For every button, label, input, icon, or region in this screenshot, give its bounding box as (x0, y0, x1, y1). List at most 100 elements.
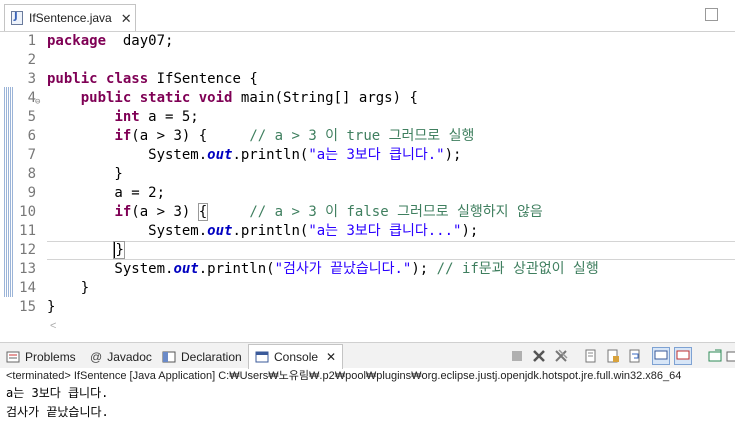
at-icon: @ (90, 350, 103, 364)
tab-declaration-label: Declaration (181, 350, 242, 364)
line-number: 11 (19, 223, 36, 239)
tab-javadoc-label: Javadoc (107, 350, 152, 364)
code-line[interactable]: 8 } (0, 165, 735, 184)
code-text: } (47, 165, 123, 184)
line-number: 1 (27, 33, 36, 49)
word-wrap-icon[interactable] (628, 349, 642, 363)
code-token: day07; (106, 33, 174, 49)
code-line[interactable]: 1 package day07; (0, 32, 735, 51)
tab-problems-label: Problems (25, 350, 76, 364)
scroll-left-arrow-icon[interactable]: < (50, 320, 56, 332)
code-line[interactable]: 5 int a = 5; (0, 108, 735, 127)
code-line[interactable]: 10 if(a > 3) { // a > 3 이 false 그러므로 실행하… (0, 203, 735, 222)
code-token: .println( (232, 147, 309, 163)
line-number: 14 (19, 280, 36, 296)
show-console-on-stderr-icon[interactable] (674, 347, 692, 365)
horizontal-scrollbar[interactable]: < (47, 320, 735, 334)
tab-console[interactable]: Console ✕ (248, 344, 344, 369)
code-token: } (47, 280, 90, 296)
code-line[interactable]: 14 } (0, 279, 735, 298)
minimize-editor-button[interactable] (705, 8, 718, 21)
code-line[interactable]: 4 ⊖ public static void main(String[] args… (0, 89, 735, 108)
code-text: } (47, 279, 89, 298)
display-selected-console-icon[interactable] (726, 349, 735, 363)
code-token: } (113, 241, 125, 259)
scroll-lock-icon[interactable] (606, 349, 620, 363)
line-number: 15 (19, 299, 36, 315)
line-number: 8 (27, 166, 36, 182)
code-line[interactable]: 13 System.out.println("검사가 끝났습니다."); // … (0, 260, 735, 279)
code-token: System. (47, 261, 174, 277)
code-line[interactable]: 15} (0, 298, 735, 317)
code-token: // a > 3 이 false 그러므로 실행하지 않음 (249, 204, 543, 220)
line-number: 5 (27, 109, 36, 125)
code-text: public static void main(String[] args) { (47, 89, 418, 108)
code-token: .println( (232, 223, 309, 239)
code-token: void (198, 90, 233, 106)
code-token: { (197, 203, 209, 221)
line-number: 3 (27, 71, 36, 87)
code-token: a = 5; (139, 109, 199, 125)
terminate-icon[interactable] (510, 349, 524, 363)
panel-tab-bar: Problems @ Javadoc Declaration Console ✕ (0, 342, 735, 369)
code-token: "a는 3보다 큽니다." (308, 147, 445, 163)
remove-launch-icon[interactable] (532, 349, 546, 363)
code-line[interactable]: 7 System.out.println("a는 3보다 큽니다."); (0, 146, 735, 165)
code-token: } (47, 299, 56, 315)
editor-tab-label: IfSentence.java (29, 11, 112, 25)
code-token: package (47, 33, 107, 49)
console-output[interactable]: a는 3보다 큽니다. 검사가 끝났습니다. (0, 384, 735, 432)
close-console-icon[interactable]: ✕ (326, 350, 336, 364)
code-editor[interactable]: < 1 package day07; 2 3 public class IfSenten… (0, 32, 735, 332)
code-token: static (139, 90, 191, 106)
remove-all-terminated-icon[interactable] (554, 349, 568, 363)
code-line[interactable]: 11 System.out.println("a는 3보다 큽니다..."); (0, 222, 735, 241)
code-text: System.out.println("a는 3보다 큽니다..."); (47, 222, 478, 241)
code-line[interactable]: 6 if(a > 3) { // a > 3 이 true 그러므로 실행 (0, 127, 735, 146)
tab-javadoc[interactable]: @ Javadoc (90, 348, 152, 366)
line-number: 10 (19, 204, 36, 220)
code-text: int a = 5; (47, 108, 199, 127)
editor-tab-ifsentence[interactable]: IfSentence.java ✕ (4, 4, 136, 31)
code-token: "검사가 끝났습니다." (274, 261, 412, 277)
code-token: main(String[] args) { (232, 90, 418, 106)
code-token: class (106, 71, 149, 87)
line-number: 6 (27, 128, 36, 144)
code-token: // if문과 상관없이 실행 (436, 261, 599, 277)
line-number: 7 (27, 147, 36, 163)
code-token: if (114, 204, 132, 220)
line-number: 4 (27, 90, 36, 106)
code-line[interactable]: 9 a = 2; (0, 184, 735, 203)
code-token: "a는 3보다 큽니다..." (308, 223, 462, 239)
console-icon (255, 351, 269, 363)
code-text: if(a > 3) { // a > 3 이 true 그러므로 실행 (47, 127, 474, 146)
problems-icon (6, 351, 20, 363)
close-tab-icon[interactable]: ✕ (121, 12, 132, 25)
code-text: package day07; (47, 32, 173, 51)
code-token: out (207, 223, 233, 239)
code-token: ); (461, 223, 479, 239)
tab-declaration[interactable]: Declaration (162, 348, 242, 366)
pin-console-icon[interactable] (708, 349, 722, 363)
code-token: public (80, 90, 132, 106)
code-token: a = 2; (47, 185, 166, 201)
code-token: ); (411, 261, 437, 277)
tab-problems[interactable]: Problems (6, 348, 76, 366)
code-token: (a > 3) (131, 204, 199, 220)
clear-console-icon[interactable] (584, 349, 598, 363)
code-token: if (114, 128, 132, 144)
code-line[interactable]: 2 (0, 51, 735, 70)
show-console-on-stdout-icon[interactable] (652, 347, 670, 365)
code-line[interactable]: 3 public class IfSentence { (0, 70, 735, 89)
code-text: } (47, 298, 55, 317)
tab-console-label: Console (274, 350, 319, 364)
code-token: } (47, 166, 123, 182)
code-text: System.out.println("검사가 끝났습니다."); // if문… (47, 260, 599, 279)
code-token: ); (444, 147, 462, 163)
code-line[interactable]: 12 } (0, 241, 735, 260)
